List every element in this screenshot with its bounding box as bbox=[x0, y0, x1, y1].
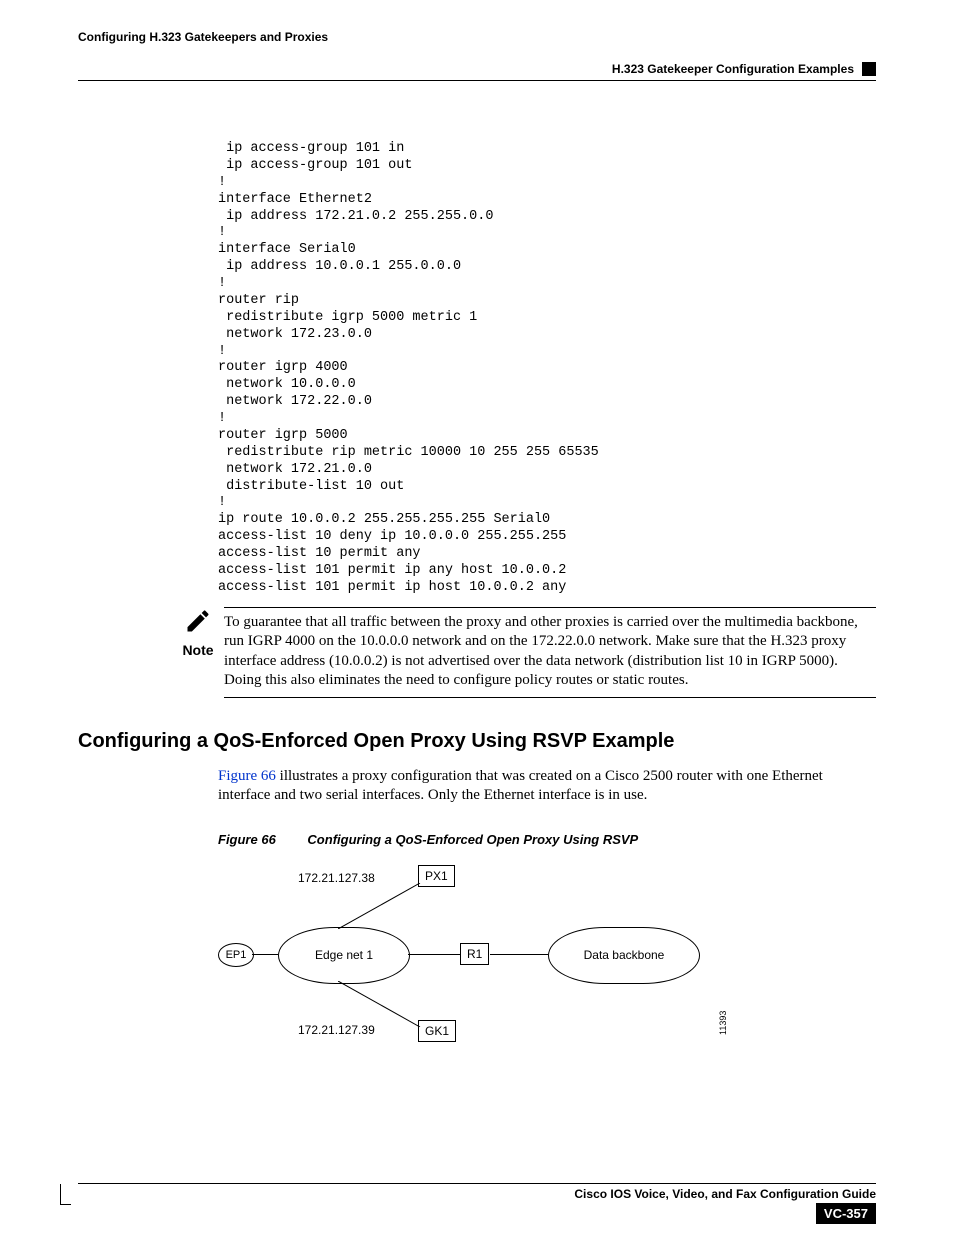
r1-box: R1 bbox=[460, 943, 489, 965]
ep1-node: EP1 bbox=[218, 943, 254, 967]
backbone-cloud: Data backbone bbox=[548, 927, 700, 984]
intro-paragraph-rest: illustrates a proxy configuration that w… bbox=[218, 768, 823, 804]
page-footer: Cisco IOS Voice, Video, and Fax Configur… bbox=[78, 1183, 876, 1201]
edge-net-label: Edge net 1 bbox=[315, 948, 373, 962]
header-rule bbox=[78, 80, 876, 81]
footer-title: Cisco IOS Voice, Video, and Fax Configur… bbox=[78, 1187, 876, 1201]
config-code-block: ip access-group 101 in ip access-group 1… bbox=[218, 141, 876, 597]
footer-rule bbox=[78, 1183, 876, 1184]
crop-mark-icon bbox=[60, 1184, 71, 1205]
connector bbox=[338, 883, 428, 929]
figure-number: Figure 66 bbox=[218, 832, 276, 847]
figure-diagram: EP1 Edge net 1 R1 Data backbone PX1 172.… bbox=[218, 865, 778, 1055]
connector bbox=[408, 954, 460, 955]
figure-caption: Figure 66 Configuring a QoS-Enforced Ope… bbox=[218, 832, 876, 847]
note-bottom-rule bbox=[224, 697, 876, 698]
edge-net-cloud: Edge net 1 bbox=[278, 927, 410, 984]
connector bbox=[490, 954, 548, 955]
note-label: Note bbox=[178, 642, 218, 658]
chapter-header-left: Configuring H.323 Gatekeepers and Proxie… bbox=[78, 30, 876, 44]
note-pencil-icon bbox=[184, 607, 212, 640]
backbone-label: Data backbone bbox=[584, 948, 665, 962]
connector bbox=[338, 981, 428, 1027]
connector bbox=[252, 954, 278, 955]
figure-link[interactable]: Figure 66 bbox=[218, 768, 276, 784]
section-header-right: H.323 Gatekeeper Configuration Examples bbox=[612, 62, 854, 76]
note-text: To guarantee that all traffic between th… bbox=[224, 607, 876, 691]
section-heading: Configuring a QoS-Enforced Open Proxy Us… bbox=[78, 730, 876, 753]
figure-title: Configuring a QoS-Enforced Open Proxy Us… bbox=[307, 832, 638, 847]
page-number: VC-357 bbox=[816, 1203, 876, 1224]
figure-id-number: 11393 bbox=[718, 1010, 728, 1034]
header-square-icon bbox=[862, 62, 876, 76]
intro-paragraph: Figure 66 illustrates a proxy configurat… bbox=[218, 767, 876, 806]
